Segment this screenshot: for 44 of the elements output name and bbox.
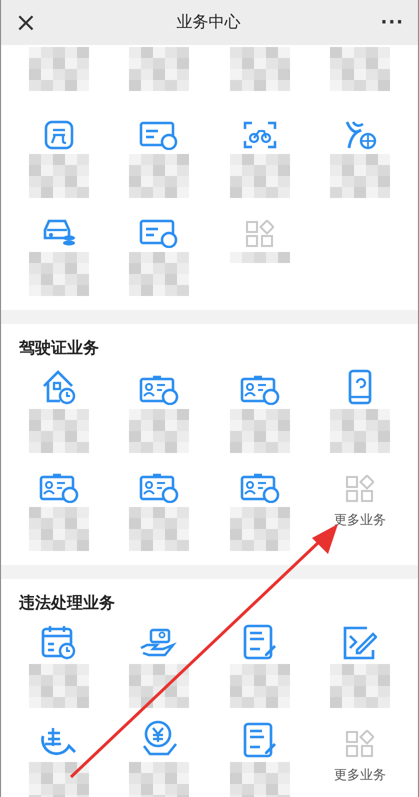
phone-icon <box>348 369 372 405</box>
blurred-label <box>330 409 390 453</box>
blurred-label <box>230 664 290 708</box>
page-title: 业务中心 <box>176 12 241 33</box>
more-grid-icon[interactable] <box>346 730 374 758</box>
blurred-label <box>230 409 290 453</box>
more-grid-icon[interactable] <box>246 220 274 248</box>
blurred-label <box>129 507 190 551</box>
blurred-label <box>230 252 290 263</box>
edit-icon <box>342 626 377 660</box>
id-card-icon <box>240 373 280 405</box>
more-grid-icon[interactable] <box>346 475 374 503</box>
blurred-label <box>29 664 90 708</box>
blurred-label <box>330 664 390 708</box>
section-title: 驾驶证业务 <box>19 338 100 359</box>
blurred-label <box>129 154 190 198</box>
blurred-label <box>29 507 90 551</box>
coin-hand-icon <box>140 720 178 758</box>
id-card-icon <box>39 471 80 503</box>
close-button[interactable]: × <box>11 10 41 36</box>
blurred-label <box>230 154 290 198</box>
blurred-label <box>129 664 190 708</box>
card-icon <box>139 218 180 248</box>
badge-icon <box>44 120 74 150</box>
house-clock-icon <box>41 369 78 405</box>
id-card-icon <box>139 471 180 503</box>
blurred-label <box>129 252 190 296</box>
blurred-label <box>29 409 90 453</box>
more-options-button[interactable]: ··· <box>376 14 408 32</box>
more-services-link[interactable]: 更多业务 <box>334 766 386 784</box>
blurred-label <box>230 507 290 551</box>
card-icon <box>139 120 180 150</box>
blurred-label <box>129 409 190 453</box>
blurred-label <box>330 154 390 198</box>
blurred-label <box>29 252 90 296</box>
more-services-link[interactable]: 更多业务 <box>334 511 386 529</box>
document-pencil-icon <box>242 722 277 758</box>
calendar-clock-icon <box>41 624 78 660</box>
id-card-icon <box>139 373 180 405</box>
section-title: 违法处理业务 <box>19 593 116 614</box>
scan-frame-icon <box>242 120 277 150</box>
document-pencil-icon <box>242 624 277 660</box>
blurred-label <box>29 154 90 198</box>
id-card-icon <box>240 471 280 503</box>
